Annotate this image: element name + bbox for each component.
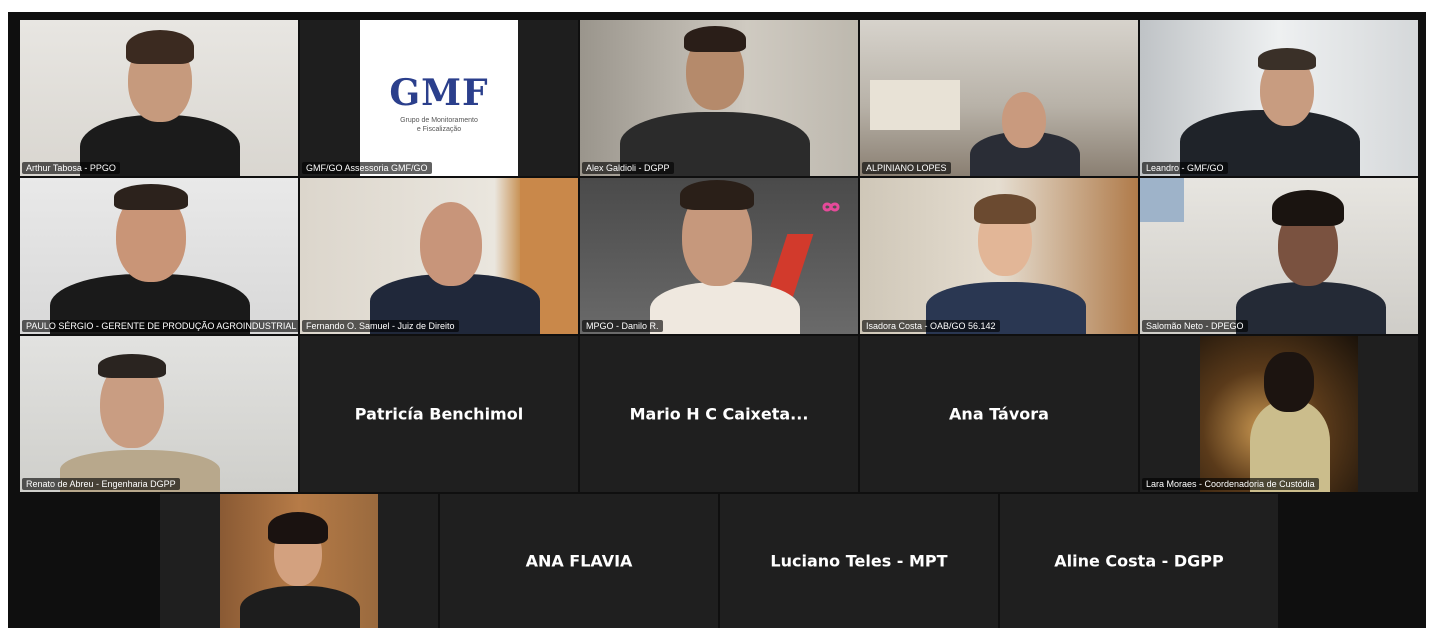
participant-tile-renato[interactable]: Renato de Abreu - Engenharia DGPP xyxy=(20,336,298,492)
participant-name: Lara Moraes - Coordenadoria de Custódia xyxy=(1142,478,1319,490)
participant-video xyxy=(370,188,540,334)
participant-video xyxy=(1170,40,1370,176)
participant-name: Alex Galdioli - DGPP xyxy=(582,162,674,174)
participant-tile-paulo[interactable]: PAULO SÉRGIO - GERENTE DE PRODUÇÃO AGROI… xyxy=(20,178,298,334)
video-feed xyxy=(20,20,298,176)
desk-papers xyxy=(870,80,960,130)
video-feed xyxy=(20,178,298,334)
video-feed xyxy=(1200,336,1358,492)
participant-video xyxy=(80,20,240,176)
participant-name: Mario H C Caixeta... xyxy=(629,404,809,424)
participant-name: Leandro - GMF/GO xyxy=(1142,162,1228,174)
participant-tile-aline[interactable]: Aline Costa - DGPP xyxy=(1000,494,1278,628)
participant-name: GMF/GO Assessoria GMF/GO xyxy=(302,162,432,174)
video-feed xyxy=(220,494,378,628)
participant-tile-mario[interactable]: Mario H C Caixeta... xyxy=(580,336,858,492)
gmf-logo-card: GMF Grupo de Monitoramento e Fiscalizaçã… xyxy=(360,20,518,176)
participant-name: ANA FLAVIA xyxy=(525,551,633,571)
video-feed xyxy=(300,178,578,334)
participant-tile-ana-flavia[interactable]: ANA FLAVIA xyxy=(440,494,718,628)
participant-name: Isadora Costa - OAB/GO 56.142 xyxy=(862,320,1000,332)
infinity-logo-icon xyxy=(822,202,840,212)
participant-name: Arthur Tabosa - PPGO xyxy=(22,162,120,174)
participant-tile-patricia[interactable]: Patricía Benchimol xyxy=(300,336,578,492)
participant-tile-salomao[interactable]: Salomão Neto - DPEGO xyxy=(1140,178,1418,334)
video-feed xyxy=(20,336,298,492)
participant-tile-gmf[interactable]: GMF Grupo de Monitoramento e Fiscalizaçã… xyxy=(300,20,578,176)
video-feed xyxy=(580,178,858,334)
video-feed xyxy=(1140,20,1418,176)
participant-video xyxy=(1240,346,1340,492)
participant-name: Aline Costa - DGPP xyxy=(1054,551,1224,571)
participant-video xyxy=(640,178,800,334)
participant-video xyxy=(920,186,1090,334)
video-feed xyxy=(860,178,1138,334)
participant-video xyxy=(620,20,810,176)
video-feed xyxy=(860,20,1138,176)
participant-tile-fernando[interactable]: Fernando O. Samuel - Juiz de Direito xyxy=(300,178,578,334)
participant-tile-luciano[interactable]: Luciano Teles - MPT xyxy=(720,494,998,628)
participant-video xyxy=(50,178,250,334)
participant-name: Ana Távora xyxy=(949,404,1049,424)
participant-name: PAULO SÉRGIO - GERENTE DE PRODUÇÃO AGROI… xyxy=(22,320,298,332)
video-feed xyxy=(1140,178,1418,334)
participant-name: Salomão Neto - DPEGO xyxy=(1142,320,1248,332)
participant-video xyxy=(1230,184,1390,334)
participant-name: MPGO - Danilo R. xyxy=(582,320,663,332)
wall-poster xyxy=(1140,178,1184,222)
participant-name: Fernando O. Samuel - Juiz de Direito xyxy=(302,320,459,332)
participant-name: Luciano Teles - MPT xyxy=(770,551,948,571)
participant-video xyxy=(240,502,360,628)
participant-tile-lara[interactable]: Lara Moraes - Coordenadoria de Custódia xyxy=(1140,336,1418,492)
participant-name: Patricía Benchimol xyxy=(354,404,524,424)
participant-tile-mpgo[interactable]: MPGO - Danilo R. xyxy=(580,178,858,334)
gmf-logo-subtitle: Grupo de Monitoramento e Fiscalização xyxy=(400,117,478,133)
participant-name: ALPINIANO LOPES xyxy=(862,162,951,174)
participant-video xyxy=(60,350,220,492)
participant-tile-arthur[interactable]: Arthur Tabosa - PPGO xyxy=(20,20,298,176)
participant-tile-ana-tavora[interactable]: Ana Távora xyxy=(860,336,1138,492)
video-grid: Arthur Tabosa - PPGO GMF Grupo de Monito… xyxy=(8,12,1426,628)
participant-tile-leandro[interactable]: Leandro - GMF/GO xyxy=(1140,20,1418,176)
participant-tile-alex[interactable]: Alex Galdioli - DGPP xyxy=(580,20,858,176)
participant-tile-isadora[interactable]: Isadora Costa - OAB/GO 56.142 xyxy=(860,178,1138,334)
participant-video xyxy=(970,80,1080,176)
participant-name: Renato de Abreu - Engenharia DGPP xyxy=(22,478,180,490)
participant-tile-alpiniano[interactable]: ALPINIANO LOPES xyxy=(860,20,1138,176)
video-feed xyxy=(580,20,858,176)
participant-tile-unnamed[interactable] xyxy=(160,494,438,628)
gmf-logo: GMF xyxy=(389,72,489,114)
